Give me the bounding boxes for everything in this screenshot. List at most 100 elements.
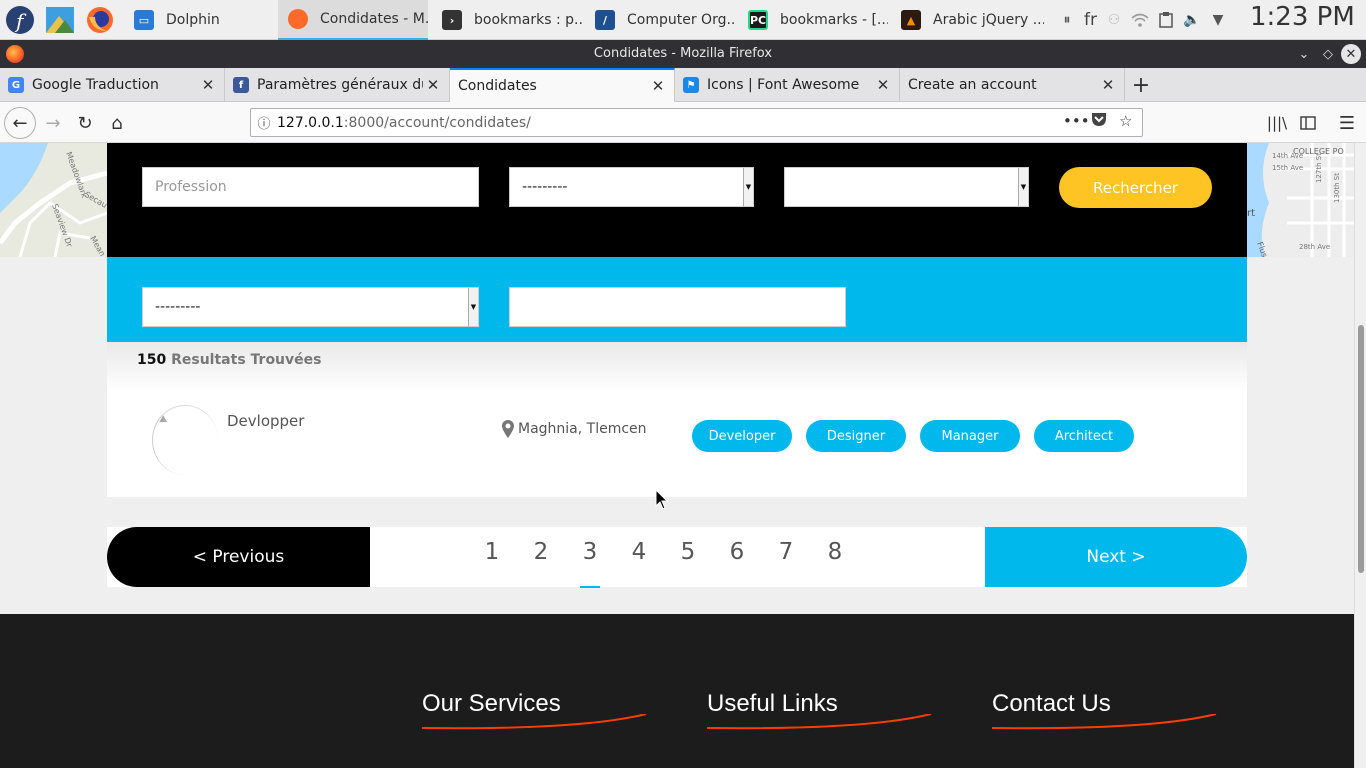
google-translate-icon: G [8, 77, 24, 93]
page-link[interactable]: 4 [627, 539, 651, 565]
tab-condidates[interactable]: Condidates ✕ [450, 68, 675, 102]
close-tab-icon[interactable]: ✕ [423, 76, 443, 94]
maximize-icon[interactable]: ◇ [1318, 44, 1338, 64]
location-label: Maghnia, Tlemcen [518, 421, 647, 437]
os-taskbar: f ▭ Dolphin Condidates - M... › bookmark… [0, 0, 1366, 40]
page-link[interactable]: 1 [480, 539, 504, 565]
navigation-toolbar: ← → ↻ ⌂ ⓘ 127.0.0.1:8000/account/condida… [0, 102, 1366, 143]
previous-page-button[interactable]: < Previous [107, 527, 370, 587]
url-bar[interactable]: ⓘ 127.0.0.1:8000/account/condidates/ •••… [250, 108, 1143, 137]
page-actions-icon[interactable]: ••• [1063, 112, 1090, 130]
firefox-icon [288, 9, 308, 29]
svg-text:rt: rt [1247, 208, 1255, 219]
users-icon[interactable]: ⚇ [1105, 11, 1123, 29]
task-label: Condidates - M... [320, 11, 428, 27]
page-link-current[interactable]: 3 [578, 539, 602, 588]
tray-expand-icon[interactable]: ▼ [1209, 11, 1227, 29]
document-viewer-icon: / [595, 10, 615, 30]
candidate-location: Maghnia, Tlemcen [502, 420, 647, 438]
skill-tag[interactable]: Architect [1034, 420, 1134, 452]
media-pause-icon[interactable]: ⏸ [1058, 11, 1076, 29]
page-link[interactable]: 5 [676, 539, 700, 565]
back-icon[interactable]: ← [4, 107, 36, 139]
kde-image-viewer-icon[interactable] [44, 3, 76, 37]
keyboard-layout[interactable]: fr [1084, 10, 1097, 30]
page-link[interactable]: 2 [529, 539, 553, 565]
reload-icon[interactable]: ↻ [70, 108, 100, 138]
system-tray: ⏸ fr ⚇ 🔈 ▼ [1058, 0, 1227, 40]
select-value: --------- [155, 299, 201, 315]
skill-tag[interactable]: Developer [692, 420, 792, 452]
results-section: 150 Resultats Trouvées ⛰ Devlopper Maghn… [107, 342, 1247, 497]
page-scrollbar[interactable] [1354, 143, 1366, 768]
next-page-button[interactable]: Next > [985, 527, 1247, 587]
page-link[interactable]: 8 [823, 539, 847, 565]
url-host: 127.0.0.1 [277, 114, 344, 131]
scrollbar-thumb[interactable] [1358, 325, 1364, 573]
skill-tag[interactable]: Designer [806, 420, 906, 452]
map-marker-icon [502, 420, 514, 438]
tab-create-account[interactable]: Create an account ✕ [900, 68, 1125, 102]
tab-google-traduction[interactable]: G Google Traduction ✕ [0, 68, 225, 102]
task-firefox[interactable]: Condidates - M... [278, 0, 428, 40]
task-label: bookmarks : p... [474, 12, 582, 28]
select-filter-1[interactable]: --------- ▼ [509, 167, 754, 207]
select-filter-2[interactable]: ▼ [784, 167, 1029, 207]
volume-icon[interactable]: 🔈 [1183, 11, 1201, 29]
results-count: 150 Resultats Trouvées [137, 352, 321, 368]
profession-input[interactable]: Profession [142, 167, 479, 207]
select-filter-3[interactable]: --------- ▼ [142, 287, 479, 327]
page-link[interactable]: 6 [725, 539, 749, 565]
bookmark-star-icon[interactable]: ☆ [1119, 112, 1132, 130]
close-tab-icon[interactable]: ✕ [873, 76, 893, 94]
footer: Our Services Useful Links Contact Us [0, 614, 1354, 768]
tab-label: Google Traduction [32, 77, 159, 93]
menu-hamburger-icon[interactable]: ☰ [1332, 108, 1362, 138]
svg-text:127th St: 127th St [1315, 153, 1323, 183]
select-value: --------- [522, 179, 568, 195]
fedora-launcher-icon[interactable]: f [4, 3, 36, 37]
home-icon[interactable]: ⌂ [102, 108, 132, 138]
task-vlc[interactable]: ▲ Arabic jQuery ... [891, 0, 1044, 40]
close-tab-icon[interactable]: ✕ [1098, 76, 1118, 94]
dropdown-caret-icon: ▼ [1018, 168, 1028, 206]
results-count-label: Resultats Trouvées [171, 352, 322, 368]
clipboard-icon[interactable] [1157, 11, 1175, 29]
task-label: Arabic jQuery ... [933, 12, 1044, 28]
task-document-viewer[interactable]: / Computer Org... [585, 0, 735, 40]
task-label: Computer Org... [627, 12, 735, 28]
clock[interactable]: 1:23 PM [1250, 2, 1355, 32]
sidebar-icon[interactable] [1293, 108, 1323, 138]
svg-text:15th Ave: 15th Ave [1272, 164, 1303, 172]
pocket-icon[interactable] [1091, 112, 1107, 131]
task-terminal[interactable]: › bookmarks : p... [432, 0, 582, 40]
close-tab-icon[interactable]: ✕ [648, 77, 668, 95]
minimize-icon[interactable]: ⌄ [1294, 44, 1314, 64]
candidate-job[interactable]: Devlopper [227, 412, 304, 430]
task-dolphin[interactable]: ▭ Dolphin [124, 0, 276, 40]
skill-tag[interactable]: Manager [920, 420, 1020, 452]
firefox-launcher-icon[interactable] [84, 3, 116, 37]
avatar[interactable]: ⛰ [152, 405, 218, 475]
map-background-right: 14th Ave 15th Ave COLLEGE PO 127th St 13… [1247, 143, 1354, 257]
text-filter-input[interactable] [509, 287, 846, 327]
wifi-icon[interactable] [1131, 11, 1149, 29]
tab-label: Icons | Font Awesome [707, 77, 860, 93]
tab-font-awesome[interactable]: ⚑ Icons | Font Awesome ✕ [675, 68, 900, 102]
dropdown-caret-icon: ▼ [743, 168, 753, 206]
forward-icon[interactable]: → [38, 108, 68, 138]
tab-parametres[interactable]: f Paramètres généraux du ✕ [225, 68, 450, 102]
new-tab-icon[interactable]: + [1128, 72, 1154, 98]
close-window-icon[interactable]: ✕ [1341, 44, 1361, 64]
search-button[interactable]: Rechercher [1059, 167, 1212, 208]
site-info-icon[interactable]: ⓘ [251, 113, 277, 132]
web-page: Meadowlark Seaview Dr Secau Mean 14th Av… [0, 143, 1354, 768]
page-link[interactable]: 7 [774, 539, 798, 565]
task-pycharm[interactable]: PC bookmarks - [... [738, 0, 888, 40]
task-label: Dolphin [166, 12, 220, 28]
close-tab-icon[interactable]: ✕ [198, 76, 218, 94]
filter-band: --------- ▼ [107, 257, 1247, 342]
library-icon[interactable]: |||\ [1262, 108, 1292, 138]
svg-text:130th St: 130th St [1333, 173, 1341, 203]
footer-underline [992, 714, 1217, 730]
